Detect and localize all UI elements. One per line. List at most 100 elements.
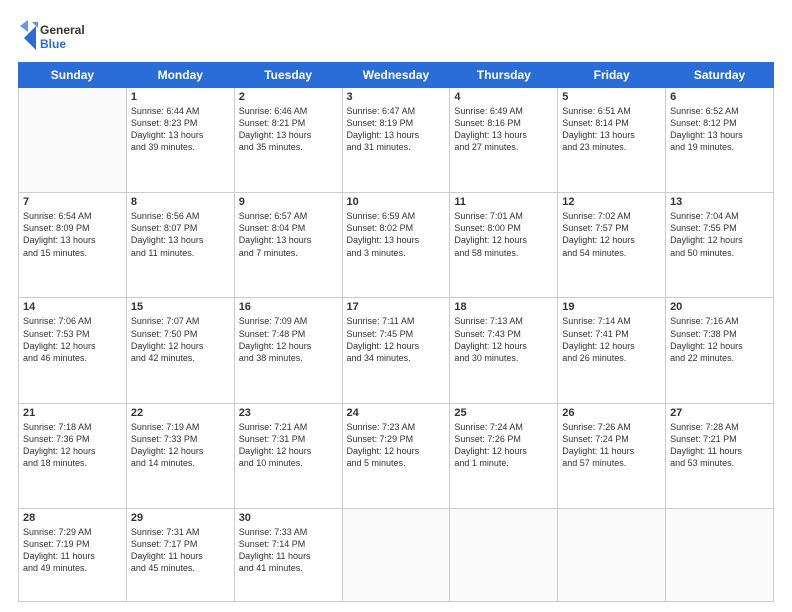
calendar-cell: 25 Sunrise: 7:24 AM Sunset: 7:26 PM Dayli… bbox=[450, 403, 558, 508]
day-number: 12 bbox=[562, 196, 661, 208]
logo-svg: General Blue bbox=[18, 18, 88, 54]
calendar-cell: 16Sunrise: 7:09 AM Sunset: 7:48 PM Dayli… bbox=[234, 298, 342, 403]
calendar-cell: 8 Sunrise: 6:56 AM Sunset: 8:07 PM Daylig… bbox=[126, 193, 234, 298]
day-info: Sunrise: 7:09 AM Sunset: 7:48 PM Dayligh… bbox=[239, 315, 338, 364]
day-number: 22 bbox=[131, 407, 230, 419]
svg-text:General: General bbox=[40, 23, 85, 37]
day-number: 9 bbox=[239, 196, 338, 208]
calendar-cell: 17 Sunrise: 7:11 AM Sunset: 7:45 PM Dayli… bbox=[342, 298, 450, 403]
col-header-friday: Friday bbox=[558, 63, 666, 88]
svg-text:Blue: Blue bbox=[40, 37, 66, 51]
calendar-cell: 13 Sunrise: 7:04 AM Sunset: 7:55 PM Dayli… bbox=[666, 193, 774, 298]
day-number: 18 bbox=[454, 301, 553, 313]
col-header-wednesday: Wednesday bbox=[342, 63, 450, 88]
day-info: Sunrise: 7:01 AM Sunset: 8:00 PM Dayligh… bbox=[454, 210, 553, 259]
day-info: Sunrise: 7:21 AM Sunset: 7:31 PM Dayligh… bbox=[239, 421, 338, 470]
calendar-cell: 19 Sunrise: 7:14 AM Sunset: 7:41 PM Dayli… bbox=[558, 298, 666, 403]
calendar-cell: 29 Sunrise: 7:31 AM Sunset: 7:17 PM Dayli… bbox=[126, 508, 234, 601]
col-header-saturday: Saturday bbox=[666, 63, 774, 88]
col-header-tuesday: Tuesday bbox=[234, 63, 342, 88]
day-number: 21 bbox=[23, 407, 122, 419]
day-info: Sunrise: 6:44 AM Sunset: 8:23 PM Dayligh… bbox=[131, 105, 230, 154]
day-number: 20 bbox=[670, 301, 769, 313]
day-info: Sunrise: 6:49 AM Sunset: 8:16 PM Dayligh… bbox=[454, 105, 553, 154]
page: General Blue SundayMondayTuesdayWednesda… bbox=[0, 0, 792, 612]
day-number: 29 bbox=[131, 512, 230, 524]
day-number: 27 bbox=[670, 407, 769, 419]
day-number: 10 bbox=[347, 196, 446, 208]
day-info: Sunrise: 6:46 AM Sunset: 8:21 PM Dayligh… bbox=[239, 105, 338, 154]
day-number: 17 bbox=[347, 301, 446, 313]
day-number: 11 bbox=[454, 196, 553, 208]
calendar-cell: 1 Sunrise: 6:44 AM Sunset: 8:23 PM Daylig… bbox=[126, 88, 234, 193]
calendar-cell: 2 Sunrise: 6:46 AM Sunset: 8:21 PM Daylig… bbox=[234, 88, 342, 193]
day-number: 23 bbox=[239, 407, 338, 419]
day-info: Sunrise: 7:06 AM Sunset: 7:53 PM Dayligh… bbox=[23, 315, 122, 364]
day-info: Sunrise: 6:56 AM Sunset: 8:07 PM Dayligh… bbox=[131, 210, 230, 259]
calendar-cell: 5 Sunrise: 6:51 AM Sunset: 8:14 PM Daylig… bbox=[558, 88, 666, 193]
calendar-cell: 20 Sunrise: 7:16 AM Sunset: 7:38 PM Dayli… bbox=[666, 298, 774, 403]
calendar-cell: 12 Sunrise: 7:02 AM Sunset: 7:57 PM Dayli… bbox=[558, 193, 666, 298]
calendar-cell: 11 Sunrise: 7:01 AM Sunset: 8:00 PM Dayli… bbox=[450, 193, 558, 298]
day-number: 5 bbox=[562, 91, 661, 103]
day-info: Sunrise: 7:14 AM Sunset: 7:41 PM Dayligh… bbox=[562, 315, 661, 364]
day-number: 8 bbox=[131, 196, 230, 208]
calendar-cell: 21 Sunrise: 7:18 AM Sunset: 7:36 PM Dayli… bbox=[19, 403, 127, 508]
day-number: 13 bbox=[670, 196, 769, 208]
calendar-cell: 26 Sunrise: 7:26 AM Sunset: 7:24 PM Dayli… bbox=[558, 403, 666, 508]
day-info: Sunrise: 7:02 AM Sunset: 7:57 PM Dayligh… bbox=[562, 210, 661, 259]
day-info: Sunrise: 7:26 AM Sunset: 7:24 PM Dayligh… bbox=[562, 421, 661, 470]
day-number: 19 bbox=[562, 301, 661, 313]
calendar-cell: 7 Sunrise: 6:54 AM Sunset: 8:09 PM Daylig… bbox=[19, 193, 127, 298]
day-info: Sunrise: 7:18 AM Sunset: 7:36 PM Dayligh… bbox=[23, 421, 122, 470]
day-number: 4 bbox=[454, 91, 553, 103]
calendar-cell bbox=[558, 508, 666, 601]
day-info: Sunrise: 7:23 AM Sunset: 7:29 PM Dayligh… bbox=[347, 421, 446, 470]
day-info: Sunrise: 7:31 AM Sunset: 7:17 PM Dayligh… bbox=[131, 526, 230, 575]
day-info: Sunrise: 6:57 AM Sunset: 8:04 PM Dayligh… bbox=[239, 210, 338, 259]
day-info: Sunrise: 7:11 AM Sunset: 7:45 PM Dayligh… bbox=[347, 315, 446, 364]
day-info: Sunrise: 7:16 AM Sunset: 7:38 PM Dayligh… bbox=[670, 315, 769, 364]
day-number: 30 bbox=[239, 512, 338, 524]
day-info: Sunrise: 7:24 AM Sunset: 7:26 PM Dayligh… bbox=[454, 421, 553, 470]
day-info: Sunrise: 6:54 AM Sunset: 8:09 PM Dayligh… bbox=[23, 210, 122, 259]
calendar-cell: 22 Sunrise: 7:19 AM Sunset: 7:33 PM Dayli… bbox=[126, 403, 234, 508]
day-number: 3 bbox=[347, 91, 446, 103]
day-number: 15 bbox=[131, 301, 230, 313]
day-info: Sunrise: 6:59 AM Sunset: 8:02 PM Dayligh… bbox=[347, 210, 446, 259]
day-info: Sunrise: 7:07 AM Sunset: 7:50 PM Dayligh… bbox=[131, 315, 230, 364]
day-info: Sunrise: 7:28 AM Sunset: 7:21 PM Dayligh… bbox=[670, 421, 769, 470]
calendar-cell: 3 Sunrise: 6:47 AM Sunset: 8:19 PM Daylig… bbox=[342, 88, 450, 193]
day-info: Sunrise: 7:33 AM Sunset: 7:14 PM Dayligh… bbox=[239, 526, 338, 575]
day-number: 7 bbox=[23, 196, 122, 208]
calendar-cell: 28Sunrise: 7:29 AM Sunset: 7:19 PM Dayli… bbox=[19, 508, 127, 601]
day-number: 28 bbox=[23, 512, 122, 524]
day-info: Sunrise: 7:04 AM Sunset: 7:55 PM Dayligh… bbox=[670, 210, 769, 259]
day-number: 1 bbox=[131, 91, 230, 103]
day-number: 2 bbox=[239, 91, 338, 103]
col-header-sunday: Sunday bbox=[19, 63, 127, 88]
calendar-cell: 18 Sunrise: 7:13 AM Sunset: 7:43 PM Dayli… bbox=[450, 298, 558, 403]
day-number: 26 bbox=[562, 407, 661, 419]
calendar-cell bbox=[19, 88, 127, 193]
calendar-cell: 10 Sunrise: 6:59 AM Sunset: 8:02 PM Dayli… bbox=[342, 193, 450, 298]
calendar-cell bbox=[450, 508, 558, 601]
day-info: Sunrise: 7:19 AM Sunset: 7:33 PM Dayligh… bbox=[131, 421, 230, 470]
calendar-cell: 14 Sunrise: 7:06 AM Sunset: 7:53 PM Dayli… bbox=[19, 298, 127, 403]
calendar-cell: 24Sunrise: 7:23 AM Sunset: 7:29 PM Dayli… bbox=[342, 403, 450, 508]
calendar-cell: 6Sunrise: 6:52 AM Sunset: 8:12 PM Daylig… bbox=[666, 88, 774, 193]
day-number: 6 bbox=[670, 91, 769, 103]
day-number: 25 bbox=[454, 407, 553, 419]
day-info: Sunrise: 7:13 AM Sunset: 7:43 PM Dayligh… bbox=[454, 315, 553, 364]
day-number: 14 bbox=[23, 301, 122, 313]
col-header-thursday: Thursday bbox=[450, 63, 558, 88]
calendar-cell bbox=[666, 508, 774, 601]
day-info: Sunrise: 6:51 AM Sunset: 8:14 PM Dayligh… bbox=[562, 105, 661, 154]
calendar-cell bbox=[342, 508, 450, 601]
calendar-table: SundayMondayTuesdayWednesdayThursdayFrid… bbox=[18, 62, 774, 602]
day-info: Sunrise: 6:47 AM Sunset: 8:19 PM Dayligh… bbox=[347, 105, 446, 154]
calendar-cell: 23 Sunrise: 7:21 AM Sunset: 7:31 PM Dayli… bbox=[234, 403, 342, 508]
logo: General Blue bbox=[18, 18, 88, 54]
calendar-cell: 4 Sunrise: 6:49 AM Sunset: 8:16 PM Daylig… bbox=[450, 88, 558, 193]
calendar-cell: 30 Sunrise: 7:33 AM Sunset: 7:14 PM Dayli… bbox=[234, 508, 342, 601]
